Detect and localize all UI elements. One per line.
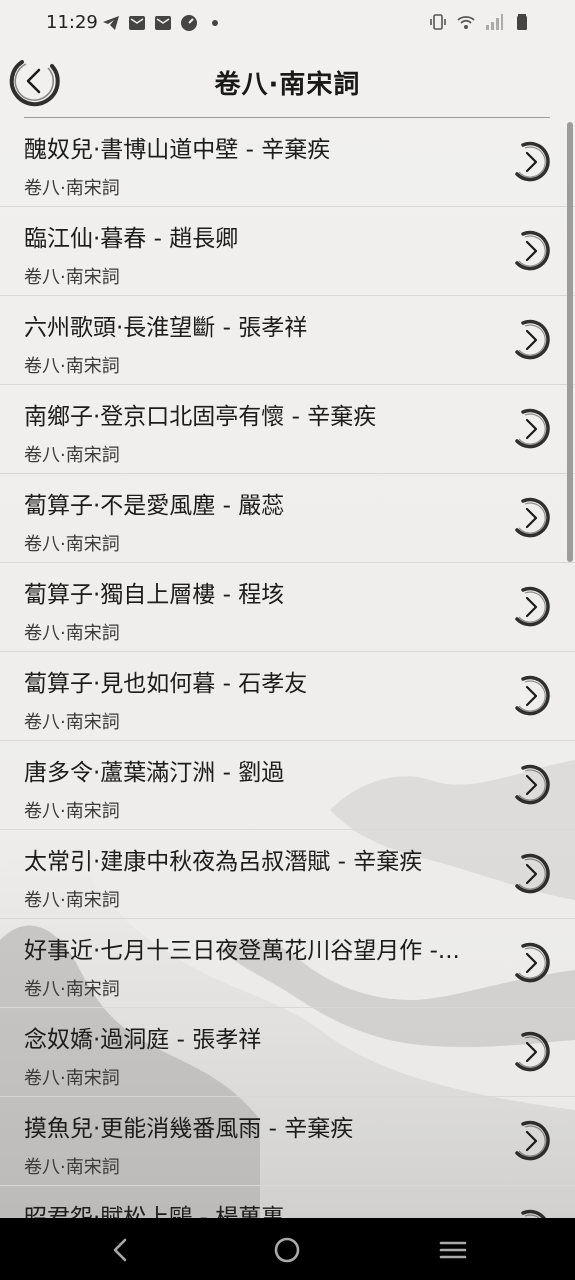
poem-title: 臨江仙·暮春 - 趙長卿 (24, 226, 239, 252)
chevron-right-icon[interactable] (509, 1208, 553, 1218)
poem-volume: 卷八·南宋詞 (24, 1068, 120, 1089)
battery-icon (517, 14, 527, 30)
poem-volume: 卷八·南宋詞 (24, 712, 120, 733)
chevron-right-icon[interactable] (509, 407, 553, 451)
poem-volume: 卷八·南宋詞 (24, 801, 120, 822)
page-title: 卷八·南宋詞 (214, 70, 361, 100)
status-notification-icons (102, 14, 224, 32)
dot-icon (212, 20, 218, 26)
chevron-right-icon[interactable] (509, 1119, 553, 1163)
poem-volume: 卷八·南宋詞 (24, 1157, 120, 1178)
speedometer-icon (181, 15, 197, 31)
vibrate-icon (430, 14, 446, 30)
poem-volume: 卷八·南宋詞 (24, 534, 120, 555)
status-bar: 11:29 (0, 0, 575, 48)
list-item[interactable]: 念奴嬌·過洞庭 - 張孝祥卷八·南宋詞 (0, 1008, 575, 1097)
poem-volume: 卷八·南宋詞 (24, 623, 120, 644)
poem-title: 太常引·建康中秋夜為呂叔潛賦 - 辛棄疾 (24, 849, 423, 875)
chevron-right-icon[interactable] (509, 674, 553, 718)
list-item[interactable]: 蔔算子·不是愛風塵 - 嚴蕊卷八·南宋詞 (0, 474, 575, 563)
back-nav-icon[interactable] (106, 1235, 136, 1265)
poem-title: 南鄉子·登京口北固亭有懷 - 辛棄疾 (24, 404, 377, 430)
poem-volume: 卷八·南宋詞 (24, 979, 120, 1000)
mail-icon (155, 16, 171, 30)
poem-list[interactable]: 醜奴兒·書博山道中壁 - 辛棄疾 卷八·南宋詞 臨江仙·暮春 - 趙長卿 卷八·南宋詞… (0, 118, 575, 1218)
signal-icon (486, 14, 503, 30)
poem-title: 六州歌頭·長淮望斷 - 張孝祥 (24, 315, 308, 341)
poem-title: 唐多令·蘆葉滿汀洲 - 劉過 (24, 760, 285, 786)
status-time: 11:29 (46, 12, 98, 33)
poem-volume: 卷八·南宋詞 (24, 890, 120, 911)
scrollbar[interactable] (567, 122, 573, 562)
poem-title: 念奴嬌·過洞庭 - 張孝祥 (24, 1027, 262, 1053)
chevron-right-icon[interactable] (509, 941, 553, 985)
list-item[interactable]: 摸魚兒·更能消幾番風雨 - 辛棄疾卷八·南宋詞 (0, 1097, 575, 1186)
chevron-right-icon[interactable] (509, 585, 553, 629)
home-nav-icon[interactable] (272, 1235, 302, 1265)
chevron-right-icon[interactable] (509, 763, 553, 807)
list-item[interactable]: 唐多令·蘆葉滿汀洲 - 劉過卷八·南宋詞 (0, 741, 575, 830)
list-item[interactable]: 蔔算子·獨自上層樓 - 程垓卷八·南宋詞 (0, 563, 575, 652)
list-item[interactable]: 昭君怨·賦松上鷗 - 楊萬裏卷八·南宋詞 (0, 1186, 575, 1218)
telegram-icon (103, 16, 119, 30)
poem-volume: 卷八·南宋詞 (24, 178, 120, 199)
list-item[interactable]: 太常引·建康中秋夜為呂叔潛賦 - 辛棄疾卷八·南宋詞 (0, 830, 575, 919)
poem-title: 醜奴兒·書博山道中壁 - 辛棄疾 (24, 137, 331, 163)
poem-title: 蔔算子·見也如何暮 - 石孝友 (24, 671, 308, 697)
list-item[interactable]: 臨江仙·暮春 - 趙長卿卷八·南宋詞 (0, 207, 575, 296)
poem-title: 昭君怨·賦松上鷗 - 楊萬裏 (24, 1205, 285, 1218)
list-item[interactable]: 好事近·七月十三日夜登萬花川谷望月作 -... 卷八·南宋詞 (0, 919, 575, 1008)
poem-volume: 卷八·南宋詞 (24, 267, 120, 288)
list-item[interactable]: 醜奴兒·書博山道中壁 - 辛棄疾卷八·南宋詞 (0, 118, 575, 207)
poem-volume: 卷八·南宋詞 (24, 356, 120, 377)
list-item[interactable]: 六州歌頭·長淮望斷 - 張孝祥卷八·南宋詞 (0, 296, 575, 385)
wifi-icon (457, 16, 475, 29)
chevron-right-icon[interactable] (509, 496, 553, 540)
list-item[interactable]: 南鄉子·登京口北固亭有懷 - 辛棄疾卷八·南宋詞 (0, 385, 575, 474)
chevron-right-icon[interactable] (509, 852, 553, 896)
poem-title: 蔔算子·獨自上層樓 - 程垓 (24, 582, 285, 608)
poem-volume: 卷八·南宋詞 (24, 445, 120, 466)
poem-title: 蔔算子·不是愛風塵 - 嚴蕊 (24, 493, 285, 519)
list-item[interactable]: 蔔算子·見也如何暮 - 石孝友卷八·南宋詞 (0, 652, 575, 741)
poem-title: 摸魚兒·更能消幾番風雨 - 辛棄疾 (24, 1116, 354, 1142)
recents-nav-icon[interactable] (438, 1235, 468, 1265)
system-nav-bar (0, 1218, 575, 1280)
chevron-right-icon[interactable] (509, 1030, 553, 1074)
status-system-icons (429, 13, 531, 31)
chevron-right-icon[interactable] (509, 229, 553, 273)
chevron-right-icon[interactable] (509, 140, 553, 184)
poem-title: 好事近·七月十三日夜登萬花川谷望月作 -... (24, 938, 460, 964)
chevron-right-icon[interactable] (509, 318, 553, 362)
mail-icon (129, 16, 145, 30)
